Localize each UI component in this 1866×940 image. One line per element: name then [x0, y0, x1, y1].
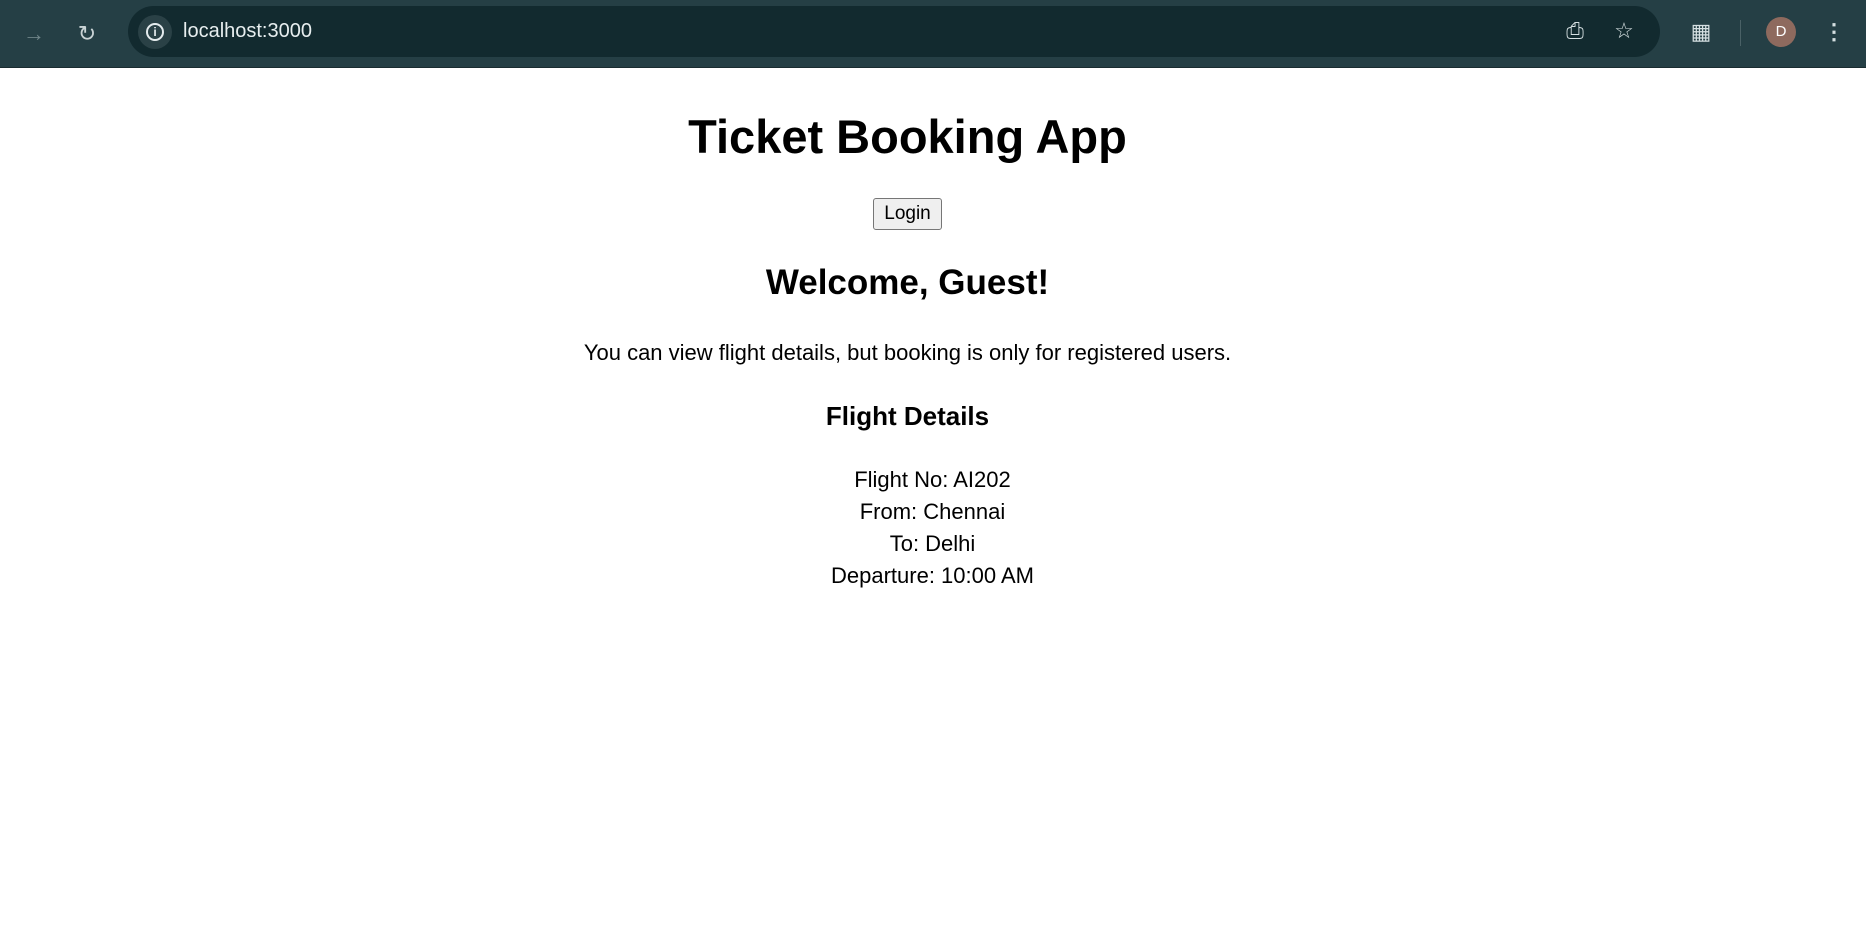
page-title: Ticket Booking App: [688, 110, 1127, 163]
guest-message: You can view flight details, but booking…: [583, 340, 1232, 365]
url-text[interactable]: localhost:3000: [183, 20, 312, 43]
flight-number: Flight No: AI202: [854, 467, 1011, 492]
profile-avatar[interactable]: D: [1766, 17, 1796, 47]
address-bar[interactable]: i localhost:3000 ⎙ ☆: [128, 6, 1660, 57]
site-info-icon[interactable]: i: [138, 15, 172, 49]
flight-from: From: Chennai: [859, 499, 1006, 524]
flight-departure: Departure: 10:00 AM: [830, 563, 1034, 588]
welcome-heading: Welcome, Guest!: [765, 263, 1050, 302]
page-content: Ticket Booking App Login Welcome, Guest!…: [0, 68, 1815, 592]
menu-icon[interactable]: ⋮: [1819, 17, 1849, 47]
login-button[interactable]: Login: [873, 198, 942, 230]
reload-icon[interactable]: ↻: [72, 19, 102, 49]
flight-details-heading: Flight Details: [825, 401, 990, 431]
forward-icon[interactable]: →: [19, 19, 49, 49]
browser-toolbar: → ↻ i localhost:3000 ⎙ ☆ ▦ D ⋮: [0, 0, 1866, 68]
bookmark-star-icon[interactable]: ☆: [1609, 16, 1639, 46]
flight-to: To: Delhi: [889, 531, 976, 556]
toolbar-divider: [1740, 20, 1741, 46]
flight-details: Flight No: AI202 From: Chennai To: Delhi…: [0, 464, 1815, 592]
extensions-icon[interactable]: ▦: [1686, 17, 1716, 47]
install-app-icon[interactable]: ⎙: [1560, 16, 1590, 46]
